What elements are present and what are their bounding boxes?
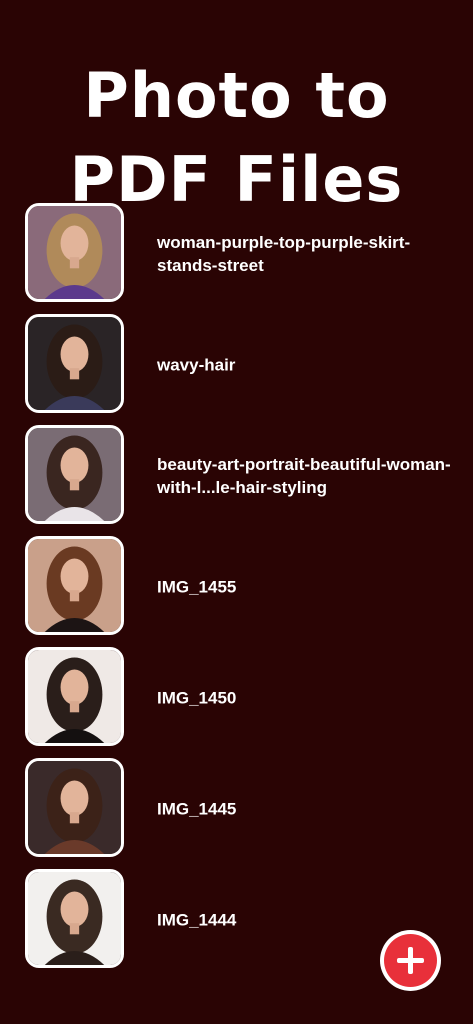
file-item[interactable]: wavy-hair bbox=[0, 311, 473, 422]
file-item[interactable]: IMG_1445 bbox=[0, 755, 473, 866]
page-title: Photo to PDF Files bbox=[0, 54, 473, 222]
file-name: IMG_1444 bbox=[157, 910, 237, 929]
file-item[interactable]: IMG_1455 bbox=[0, 533, 473, 644]
photo-thumbnail-icon bbox=[25, 314, 124, 413]
file-name: IMG_1455 bbox=[157, 577, 237, 596]
photo-thumbnail-icon bbox=[25, 647, 124, 746]
file-name: woman-purple-top-purple-skirt-stands-str… bbox=[157, 232, 411, 275]
file-item[interactable]: beauty-art-portrait-beautiful-woman-with… bbox=[0, 422, 473, 533]
photo-thumbnail-icon bbox=[25, 425, 124, 524]
title-line-1: Photo to bbox=[83, 58, 390, 132]
file-item[interactable]: IMG_1450 bbox=[0, 644, 473, 755]
plus-icon bbox=[384, 934, 437, 987]
photo-thumbnail-icon bbox=[25, 758, 124, 857]
file-item[interactable]: woman-purple-top-purple-skirt-stands-str… bbox=[0, 200, 473, 311]
photo-thumbnail-icon bbox=[25, 536, 124, 635]
file-name: wavy-hair bbox=[157, 355, 236, 374]
file-name: IMG_1450 bbox=[157, 688, 237, 707]
add-file-button[interactable] bbox=[380, 930, 441, 991]
photo-thumbnail-icon bbox=[25, 203, 124, 302]
file-name: beauty-art-portrait-beautiful-woman-with… bbox=[157, 454, 451, 497]
file-name: IMG_1445 bbox=[157, 799, 237, 818]
photo-thumbnail-icon bbox=[25, 869, 124, 968]
